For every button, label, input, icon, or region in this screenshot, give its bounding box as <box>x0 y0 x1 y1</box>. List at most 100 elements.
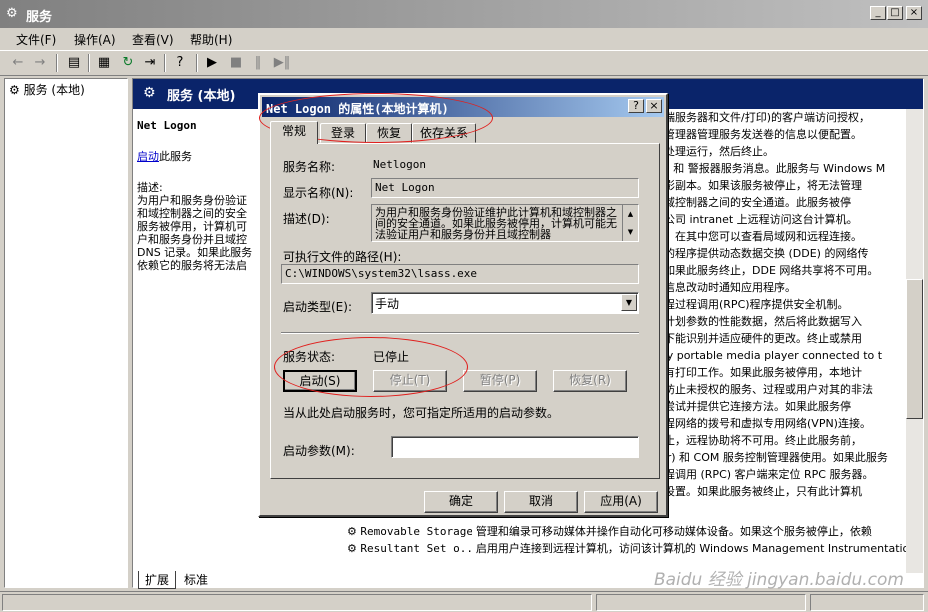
display-name-field[interactable]: Net Logon <box>371 178 639 198</box>
forward-icon[interactable]: → <box>30 54 50 72</box>
minimize-button[interactable]: _ <box>870 6 886 20</box>
description-line: 服务被停用，计算机可 <box>137 220 247 233</box>
play-icon[interactable]: ▶ <box>202 54 222 72</box>
menu-action[interactable]: 操作(A) <box>74 31 116 48</box>
tree-item-label: 服务 (本地) <box>23 83 85 97</box>
startup-type-label: 启动类型(E): <box>283 300 352 314</box>
vertical-scrollbar[interactable] <box>906 109 923 573</box>
table-row[interactable]: 象，在其中您可以查看局域网和远程连接。 <box>653 228 905 245</box>
restart-icon[interactable]: ▶‖ <box>272 54 292 72</box>
resume-button[interactable]: 恢复(R) <box>553 370 627 392</box>
tab-logon[interactable]: 登录 <box>320 123 366 143</box>
gear-icon: ⚙ <box>347 542 357 555</box>
table-row[interactable]: 功尝试并提供它连接方法。如果此服务停 <box>653 398 905 415</box>
back-icon[interactable]: ← <box>8 54 28 72</box>
display-name-label: 显示名称(N): <box>283 186 354 200</box>
menu-file[interactable]: 文件(F) <box>16 31 56 48</box>
table-row[interactable]: 和域控制器之间的安全通道。此服务被停 <box>653 194 905 211</box>
table-row[interactable]: ⚙ Resultant Set o... 启用用户连接到远程计算机，访问该计算机… <box>347 540 916 557</box>
export-icon[interactable]: ⇥ <box>140 54 160 72</box>
exe-path-field[interactable]: C:\WINDOWS\system32\lsass.exe <box>281 264 639 284</box>
apply-button[interactable]: 应用(A) <box>584 491 658 513</box>
table-row[interactable]: ⚙ Removable Storage 管理和编录可移动媒体并操作自动化可移动媒… <box>347 523 907 540</box>
table-row[interactable]: 在信息改动时通知应用程序。 <box>653 279 905 296</box>
properties-icon[interactable]: ▦ <box>94 54 114 72</box>
description-line: 户和服务身份并且域控 <box>137 233 247 246</box>
table-row[interactable]: 过程调用 (RPC) 客户端来定位 RPC 服务器。 <box>653 466 905 483</box>
table-row[interactable]: 在公司 intranet 上远程访问这台计算机。 <box>653 211 905 228</box>
table-row[interactable]: ND 和 警报器服务消息。此服务与 Windows M <box>653 160 905 177</box>
menu-bar: 文件(F) 操作(A) 查看(V) 帮助(H) <box>0 28 928 50</box>
show-tree-icon[interactable]: ▤ <box>64 54 84 72</box>
start-params-input[interactable] <box>391 436 639 458</box>
start-params-hint: 当从此处启动服务时，您可指定所适用的启动参数。 <box>283 406 560 420</box>
start-button[interactable]: 启动(S) <box>283 370 357 392</box>
extended-description: Net Logon 启动此服务 描述: 为用户和服务身份验证 和域控制器之间的安… <box>137 119 261 319</box>
tree-item-services-local[interactable]: ⚙ 服务 (本地) <box>9 81 85 98</box>
table-row[interactable]: 行的程序提供动态数据交换 (DDE) 的网络传 <box>653 245 905 262</box>
start-params-label: 启动参数(M): <box>283 444 355 458</box>
tab-general[interactable]: 常规 <box>270 121 318 144</box>
service-name-cell: Removable Storage <box>360 525 473 538</box>
ok-button[interactable]: 确定 <box>424 491 498 513</box>
table-row[interactable]: 卷影副本。如果该服务被停止，将无法管理 <box>653 177 905 194</box>
service-desc-cell: 管理和编录可移动媒体并操作自动化可移动媒体设备。如果这个服务被停止，依赖 <box>475 525 872 538</box>
table-row[interactable]: 终端服务器和文件/打印)的客户端访问授权， <box>653 109 905 126</box>
description-field[interactable]: 为用户和服务身份验证维护此计算机和域控制器之间的安全通道。如果此服务被停用，计算… <box>371 204 639 242</box>
startup-type-select[interactable]: 手动 ▼ <box>371 292 639 314</box>
table-row[interactable]: 况下能识别并适应硬件的更改。终止或禁用 <box>653 330 905 347</box>
selected-service-name: Net Logon <box>137 119 197 132</box>
menu-view[interactable]: 查看(V) <box>132 31 174 48</box>
description-line: DNS 记录。如果此服务 <box>137 246 253 259</box>
table-row[interactable]: 要防止未授权的服务、过程或用户对其的非法 <box>653 381 905 398</box>
scrollbar-thumb[interactable] <box>906 279 923 419</box>
tab-dependencies[interactable]: 依存关系 <box>412 123 476 143</box>
description-line: 为用户和服务身份验证 <box>137 194 247 207</box>
table-row[interactable]: per) 和 COM 服务控制管理器使用。如果此服务 <box>653 449 905 466</box>
tab-extended[interactable]: 扩展 <box>138 571 177 589</box>
description-scrollbar[interactable]: ▲ ▼ <box>622 205 638 241</box>
table-row[interactable]: 的计划参数的性能数据，然后将此数据写入 <box>653 313 905 330</box>
table-row[interactable]: any portable media player connected to t <box>653 347 905 364</box>
chevron-down-icon[interactable]: ▼ <box>621 294 637 311</box>
table-row[interactable]: 置处理运行，然后终止。 <box>653 143 905 160</box>
stop-button[interactable]: 停止(T) <box>373 370 447 392</box>
cancel-button[interactable]: 取消 <box>504 491 578 513</box>
toolbar: ← → ▤ ▦ ↻ ⇥ ? ▶ ■ ‖ ▶‖ <box>0 50 928 76</box>
toolbar-separator <box>196 54 198 72</box>
table-row[interactable]: 表设置。如果此服务被终止，只有此计算机 <box>653 483 905 500</box>
status-cell <box>810 594 924 611</box>
main-titlebar[interactable]: ⚙ 服务 _ □ × <box>0 0 928 28</box>
stop-icon[interactable]: ■ <box>226 54 246 72</box>
table-row[interactable]: 远程网络的拨号和虚拟专用网络(VPN)连接。 <box>653 415 905 432</box>
pause-icon[interactable]: ‖ <box>248 54 268 72</box>
help-icon[interactable]: ? <box>170 54 190 72</box>
description-label: 描述(D): <box>283 212 330 226</box>
dialog-titlebar[interactable]: Net Logon 的属性(本地计算机) ? × <box>262 97 664 117</box>
toolbar-separator <box>164 54 166 72</box>
table-row[interactable]: 终止，远程协助将不可用。终止此服务前， <box>653 432 905 449</box>
gear-icon: ⚙ <box>347 525 357 538</box>
console-tree: ⚙ 服务 (本地) <box>4 78 128 588</box>
table-row[interactable]: 盘管理器管理服务发送卷的信息以便配置。 <box>653 126 905 143</box>
help-button[interactable]: ? <box>628 99 644 113</box>
table-row[interactable]: 。如果此服务终止，DDE 网络共享将不可用。 <box>653 262 905 279</box>
properties-dialog: Net Logon 的属性(本地计算机) ? × 常规 登录 恢复 依存关系 服… <box>258 93 668 517</box>
refresh-icon[interactable]: ↻ <box>118 54 138 72</box>
dialog-close-button[interactable]: × <box>646 99 662 113</box>
table-row[interactable]: 远程过程调用(RPC)程序提供安全机制。 <box>653 296 905 313</box>
description-text: 为用户和服务身份验证维护此计算机和域控制器之间的安全通道。如果此服务被停用，计算… <box>375 206 617 241</box>
description-line: 和域控制器之间的安全 <box>137 207 247 220</box>
start-service-link[interactable]: 启动 <box>137 150 159 163</box>
table-row[interactable]: 所有打印工作。如果此服务被停用，本地计 <box>653 364 905 381</box>
startup-type-value: 手动 <box>375 297 400 311</box>
general-tab-panel: 服务名称: Netlogon 显示名称(N): Net Logon 描述(D):… <box>270 143 660 479</box>
tab-standard[interactable]: 标准 <box>178 571 214 588</box>
pause-button[interactable]: 暂停(P) <box>463 370 537 392</box>
maximize-button[interactable]: □ <box>887 6 903 20</box>
tab-recovery[interactable]: 恢复 <box>366 123 412 143</box>
close-button[interactable]: × <box>906 6 922 20</box>
menu-help[interactable]: 帮助(H) <box>190 31 232 48</box>
service-name-label: 服务名称: <box>283 160 336 174</box>
services-app-icon: ⚙ <box>6 6 18 21</box>
